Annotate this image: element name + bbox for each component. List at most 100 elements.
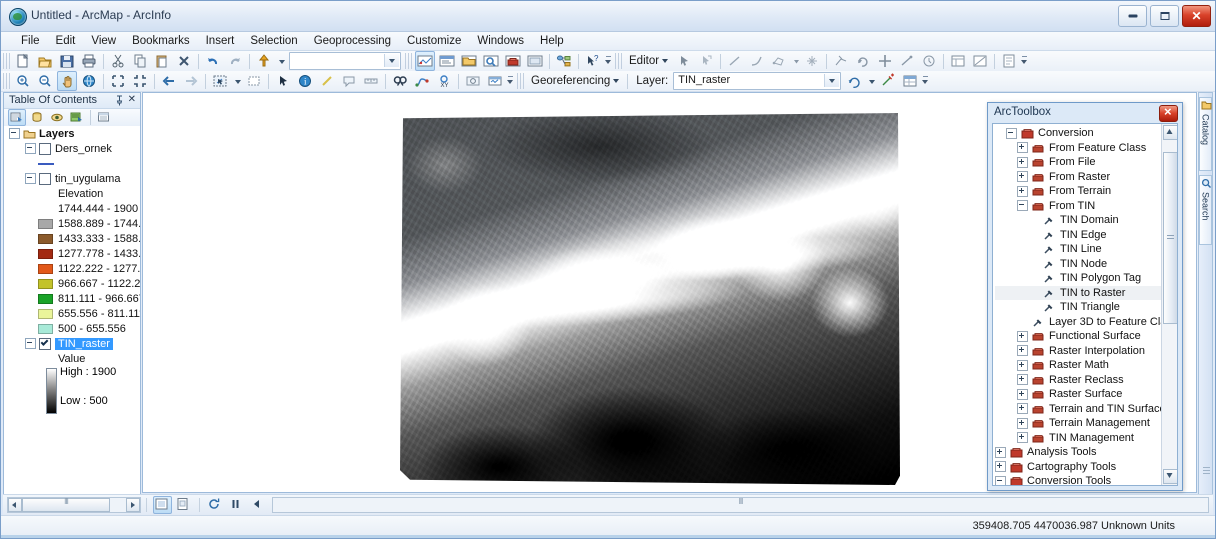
straight-segment-icon[interactable]: [725, 51, 745, 71]
menu-view[interactable]: View: [83, 34, 124, 48]
edit-tool-icon[interactable]: [674, 51, 694, 71]
menu-file[interactable]: File: [13, 34, 48, 48]
cut-icon[interactable]: [108, 51, 128, 71]
scroll-up-arrow[interactable]: [1163, 125, 1177, 140]
menu-selection[interactable]: Selection: [242, 34, 305, 48]
expander-icon[interactable]: [9, 128, 20, 139]
menu-help[interactable]: Help: [532, 34, 572, 48]
scroll-right-arrow[interactable]: [126, 498, 140, 512]
redo-icon[interactable]: [225, 51, 245, 71]
hyperlink-icon[interactable]: [317, 71, 337, 91]
close-icon[interactable]: ✕: [128, 94, 136, 106]
layer-visibility-checkbox[interactable]: [39, 172, 51, 185]
measure-icon[interactable]: [361, 71, 381, 91]
toolbox-tree-item[interactable]: TIN Polygon Tag: [995, 271, 1162, 286]
back-extent-icon[interactable]: [159, 71, 179, 91]
layer-visibility-checkbox[interactable]: [39, 337, 51, 350]
expander-icon[interactable]: [1017, 432, 1028, 444]
layer-visibility-checkbox[interactable]: [39, 142, 51, 155]
toolbox-tree-item[interactable]: From Raster: [995, 170, 1162, 185]
construction-dropdown-icon[interactable]: [791, 51, 800, 71]
expander-icon[interactable]: [1017, 417, 1028, 429]
toc-legend-class[interactable]: 966.667 - 1122.22: [4, 276, 140, 291]
toc-legend-class[interactable]: 1433.333 - 1588.8: [4, 231, 140, 246]
expander-icon[interactable]: [1017, 359, 1028, 371]
expander-icon[interactable]: [25, 143, 36, 154]
toolbox-tree-item[interactable]: Analysis Tools: [995, 445, 1162, 460]
catalog-window-icon[interactable]: [459, 51, 479, 71]
list-by-source-icon[interactable]: [28, 109, 46, 126]
expander-icon[interactable]: [1017, 330, 1028, 342]
toolbar-grip[interactable]: [3, 73, 10, 89]
toolbar-overflow-button[interactable]: [1020, 53, 1029, 69]
arctoolbox-tree[interactable]: Conversion From Feature Class From File Fro…: [993, 124, 1162, 485]
arctoolbox-titlebar[interactable]: ArcToolbox: [988, 103, 1182, 123]
toolbox-tree-item[interactable]: Raster Reclass: [995, 373, 1162, 388]
chevron-down-icon[interactable]: [384, 54, 399, 67]
select-elements-icon[interactable]: [273, 71, 293, 91]
expander-icon[interactable]: [1006, 127, 1017, 139]
menu-bookmarks[interactable]: Bookmarks: [124, 34, 198, 48]
rotate-dropdown-icon[interactable]: [866, 71, 876, 91]
clear-selection-icon[interactable]: [244, 71, 264, 91]
dock-tab-catalog[interactable]: Catalog: [1199, 97, 1212, 171]
pause-icon[interactable]: [227, 496, 246, 514]
toc-legend-class[interactable]: 811.111 - 966.667: [4, 291, 140, 306]
expander-icon[interactable]: [995, 461, 1006, 473]
rotate-icon[interactable]: [844, 71, 864, 91]
georeferencing-layer-combo[interactable]: TIN_raster: [673, 72, 842, 90]
open-folder-icon[interactable]: [35, 51, 55, 71]
layout-view-icon[interactable]: [525, 51, 545, 71]
toolbox-tree-item[interactable]: TIN Line: [995, 242, 1162, 257]
zoom-out-icon[interactable]: [35, 71, 55, 91]
toolbox-tree-item[interactable]: From Terrain: [995, 184, 1162, 199]
georeferencing-menu[interactable]: Georeferencing: [526, 73, 624, 89]
list-by-drawing-order-icon[interactable]: [8, 109, 26, 126]
refresh-icon[interactable]: [206, 496, 225, 514]
toolbox-tree-item[interactable]: TIN Edge: [995, 228, 1162, 243]
model-builder-icon[interactable]: [554, 51, 574, 71]
create-features-icon[interactable]: [999, 51, 1019, 71]
toc-legend-class[interactable]: 1744.444 - 1900: [4, 201, 140, 216]
go-to-xy-icon[interactable]: XY: [434, 71, 454, 91]
delete-icon[interactable]: [174, 51, 194, 71]
toc-legend-class[interactable]: 500 - 655.556: [4, 321, 140, 336]
dock-tab-search[interactable]: Search: [1199, 175, 1212, 245]
toolbox-tree-item[interactable]: From TIN: [995, 199, 1162, 214]
expander-icon[interactable]: [1017, 403, 1028, 415]
toolbox-tree-item[interactable]: TIN Domain: [995, 213, 1162, 228]
close-button[interactable]: ✕: [1182, 5, 1211, 27]
construction-tool-icon[interactable]: [769, 51, 789, 71]
toc-legend-class[interactable]: 1122.222 - 1277.7: [4, 261, 140, 276]
table-of-contents-icon[interactable]: [437, 51, 457, 71]
sketch-properties-icon[interactable]: [970, 51, 990, 71]
fixed-zoom-out-icon[interactable]: [130, 71, 150, 91]
print-icon[interactable]: [79, 51, 99, 71]
toolbox-tree-item[interactable]: TIN Triangle: [995, 300, 1162, 315]
pin-icon[interactable]: [115, 95, 124, 106]
menu-edit[interactable]: Edit: [48, 34, 84, 48]
expander-icon[interactable]: [1017, 345, 1028, 357]
scroll-down-arrow[interactable]: [1163, 469, 1177, 484]
back-icon[interactable]: [248, 496, 267, 514]
toolbox-tree-item[interactable]: Raster Surface: [995, 387, 1162, 402]
map-horizontal-scrollbar[interactable]: [7, 497, 141, 513]
expander-icon[interactable]: [1017, 374, 1028, 386]
forward-extent-icon[interactable]: [181, 71, 201, 91]
menu-customize[interactable]: Customize: [399, 34, 469, 48]
toolbar-grip[interactable]: [3, 53, 10, 69]
pan-icon[interactable]: [57, 71, 77, 91]
expander-icon[interactable]: [995, 446, 1006, 458]
toc-legend-class[interactable]: 1588.889 - 1744.4: [4, 216, 140, 231]
identify-icon[interactable]: i: [295, 71, 315, 91]
full-extent-icon[interactable]: [79, 71, 99, 91]
toolbox-tree-item[interactable]: From File: [995, 155, 1162, 170]
map-scale-combo[interactable]: [289, 52, 401, 70]
toolbar-overflow-button[interactable]: [506, 73, 515, 89]
add-data-icon[interactable]: [254, 51, 274, 71]
expander-icon[interactable]: [1017, 171, 1028, 183]
options-icon[interactable]: [95, 109, 113, 126]
close-button[interactable]: [1159, 104, 1178, 122]
toolbox-tree-item[interactable]: Functional Surface: [995, 329, 1162, 344]
add-data-dropdown-icon[interactable]: [276, 51, 286, 71]
